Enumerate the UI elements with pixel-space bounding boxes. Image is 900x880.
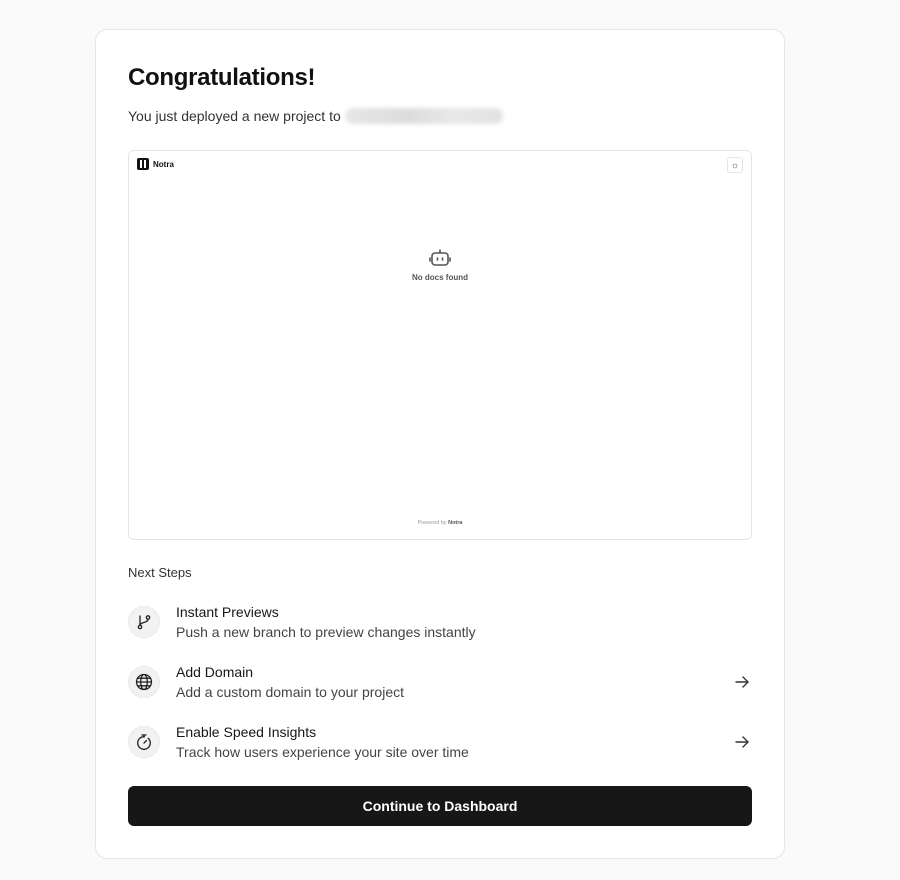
step-description: Push a new branch to preview changes ins…: [176, 624, 476, 640]
deploy-subtitle: You just deployed a new project to: [128, 108, 503, 124]
redacted-project-name: [344, 108, 503, 124]
step-instant-previews: Instant Previews Push a new branch to pr…: [128, 602, 752, 642]
robot-icon: [429, 249, 451, 266]
step-description: Track how users experience your site ove…: [176, 744, 469, 760]
preview-footer: Powered by Notra: [129, 520, 751, 526]
footer-brand: Notra: [448, 520, 463, 526]
empty-state-text: No docs found: [412, 273, 468, 282]
next-steps-label: Next Steps: [128, 565, 192, 580]
step-add-domain[interactable]: Add Domain Add a custom domain to your p…: [128, 662, 752, 702]
globe-icon: [128, 666, 160, 698]
preview-empty-state: No docs found: [129, 249, 751, 282]
notra-logo-icon: [137, 158, 149, 170]
page-title: Congratulations!: [128, 64, 316, 91]
arrow-right-icon[interactable]: [732, 732, 752, 752]
arrow-right-icon[interactable]: [732, 672, 752, 692]
continue-to-dashboard-button[interactable]: Continue to Dashboard: [128, 786, 752, 826]
step-title: Instant Previews: [176, 604, 279, 620]
subtitle-text: You just deployed a new project to: [128, 108, 341, 124]
git-branch-icon: [128, 606, 160, 638]
footer-prefix: Powered by: [417, 520, 447, 526]
sun-icon: ☼: [727, 157, 743, 173]
deployment-preview[interactable]: Notra ☼ No docs found Powered by Notra: [128, 150, 752, 540]
step-title: Enable Speed Insights: [176, 724, 317, 740]
preview-logo: Notra: [137, 158, 174, 170]
step-description: Add a custom domain to your project: [176, 684, 405, 700]
timer-icon: [128, 726, 160, 758]
step-enable-speed-insights[interactable]: Enable Speed Insights Track how users ex…: [128, 722, 752, 762]
deployment-success-card: Congratulations! You just deployed a new…: [95, 29, 785, 859]
step-title: Add Domain: [176, 664, 254, 680]
preview-logo-text: Notra: [153, 159, 174, 169]
